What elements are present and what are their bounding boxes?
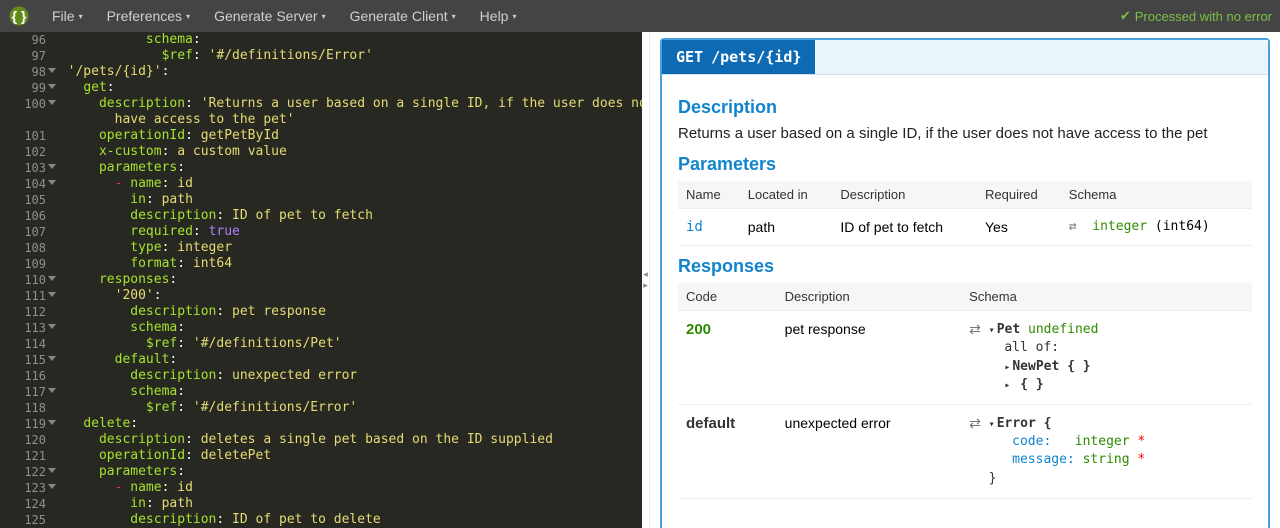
code-line[interactable]: $ref: '#/definitions/Error' — [52, 48, 642, 64]
section-parameters: Parameters — [678, 154, 1252, 175]
response-desc: pet response — [777, 311, 961, 405]
col-header: Name — [678, 181, 740, 209]
caret-down-icon: ▾ — [322, 12, 326, 21]
section-description: Description — [678, 97, 1252, 118]
code-line[interactable]: schema: — [52, 320, 642, 336]
response-code: default — [678, 405, 777, 499]
description-text: Returns a user based on a single ID, if … — [678, 124, 1252, 144]
swap-icon[interactable]: ⇄ — [969, 321, 981, 337]
check-icon: ✔ — [1120, 8, 1131, 24]
code-line[interactable]: - name: id — [52, 480, 642, 496]
code-line[interactable]: required: true — [52, 224, 642, 240]
code-line[interactable]: delete: — [52, 416, 642, 432]
parameters-table: NameLocated inDescriptionRequiredSchema … — [678, 181, 1252, 246]
docs-panel: GET/pets/{id} Description Returns a user… — [650, 32, 1280, 528]
col-header: Description — [777, 283, 961, 311]
menu-preferences[interactable]: Preferences ▾ — [95, 0, 203, 32]
section-responses: Responses — [678, 256, 1252, 277]
caret-down-icon: ▾ — [512, 12, 516, 21]
response-schema: ⇄ ▾Pet undefined all of: ▸NewPet { } ▸ {… — [961, 311, 1252, 405]
menu-generate-server[interactable]: Generate Server ▾ — [202, 0, 338, 32]
col-header: Located in — [740, 181, 833, 209]
param-schema: ⇄ integer (int64) — [1061, 209, 1252, 246]
caret-down-icon: ▾ — [186, 12, 190, 21]
menu-file[interactable]: File ▾ — [40, 0, 95, 32]
caret-down-icon: ▾ — [452, 12, 456, 21]
code-line[interactable]: have access to the pet' — [52, 112, 642, 128]
split-handle[interactable]: ◂ ▸ — [642, 32, 650, 528]
code-line[interactable]: $ref: '#/definitions/Pet' — [52, 336, 642, 352]
code-line[interactable]: '/pets/{id}': — [52, 64, 642, 80]
code-line[interactable]: parameters: — [52, 160, 642, 176]
code-line[interactable]: description: deletes a single pet based … — [52, 432, 642, 448]
response-desc: unexpected error — [777, 405, 961, 499]
table-row: idpathID of pet to fetchYes⇄ integer (in… — [678, 209, 1252, 246]
col-header: Code — [678, 283, 777, 311]
code-line[interactable]: parameters: — [52, 464, 642, 480]
code-line[interactable]: description: ID of pet to fetch — [52, 208, 642, 224]
operation-header: GET/pets/{id} — [662, 40, 1268, 75]
code-editor[interactable]: 9697989910010110210310410510610710810911… — [0, 32, 642, 528]
operation-badge: GET/pets/{id} — [662, 40, 815, 74]
param-required: Yes — [977, 209, 1061, 246]
code-line[interactable]: operationId: deletePet — [52, 448, 642, 464]
caret-down-icon: ▾ — [79, 12, 83, 21]
response-schema: ⇄ ▾Error { code: integer * message: stri… — [961, 405, 1252, 499]
col-header: Schema — [1061, 181, 1252, 209]
param-name: id — [678, 209, 740, 246]
code-line[interactable]: format: int64 — [52, 256, 642, 272]
code-line[interactable]: get: — [52, 80, 642, 96]
code-line[interactable]: in: path — [52, 192, 642, 208]
code-line[interactable]: x-custom: a custom value — [52, 144, 642, 160]
chevron-right-icon: ▸ — [643, 280, 648, 291]
swap-icon[interactable]: ⇄ — [969, 415, 981, 431]
menubar: { } File ▾Preferences ▾Generate Server ▾… — [0, 0, 1280, 32]
col-header: Description — [832, 181, 977, 209]
col-header: Schema — [961, 283, 1252, 311]
code-line[interactable]: responses: — [52, 272, 642, 288]
col-header: Required — [977, 181, 1061, 209]
chevron-left-icon: ◂ — [643, 269, 648, 280]
table-row: defaultunexpected error⇄ ▾Error { code: … — [678, 405, 1252, 499]
code-line[interactable]: operationId: getPetById — [52, 128, 642, 144]
http-method: GET — [676, 48, 703, 66]
status-message: ✔ Processed with no error — [1120, 8, 1272, 24]
param-desc: ID of pet to fetch — [832, 209, 977, 246]
http-path: /pets/{id} — [711, 48, 801, 66]
swap-icon[interactable]: ⇄ — [1069, 219, 1077, 234]
code-line[interactable]: type: integer — [52, 240, 642, 256]
code-line[interactable]: description: 'Returns a user based on a … — [52, 96, 642, 112]
code-line[interactable]: schema: — [52, 32, 642, 48]
menu-help[interactable]: Help ▾ — [468, 0, 529, 32]
code-line[interactable]: description: pet response — [52, 304, 642, 320]
param-in: path — [740, 209, 833, 246]
code-line[interactable]: description: ID of pet to delete — [52, 512, 642, 528]
code-line[interactable]: - name: id — [52, 176, 642, 192]
app-logo: { } — [8, 5, 30, 27]
responses-table: CodeDescriptionSchema 200pet response⇄ ▾… — [678, 283, 1252, 499]
code-line[interactable]: default: — [52, 352, 642, 368]
code-line[interactable]: '200': — [52, 288, 642, 304]
response-code: 200 — [678, 311, 777, 405]
code-line[interactable]: description: unexpected error — [52, 368, 642, 384]
menu-generate-client[interactable]: Generate Client ▾ — [338, 0, 468, 32]
code-line[interactable]: $ref: '#/definitions/Error' — [52, 400, 642, 416]
table-row: 200pet response⇄ ▾Pet undefined all of: … — [678, 311, 1252, 405]
code-line[interactable]: schema: — [52, 384, 642, 400]
code-line[interactable]: in: path — [52, 496, 642, 512]
